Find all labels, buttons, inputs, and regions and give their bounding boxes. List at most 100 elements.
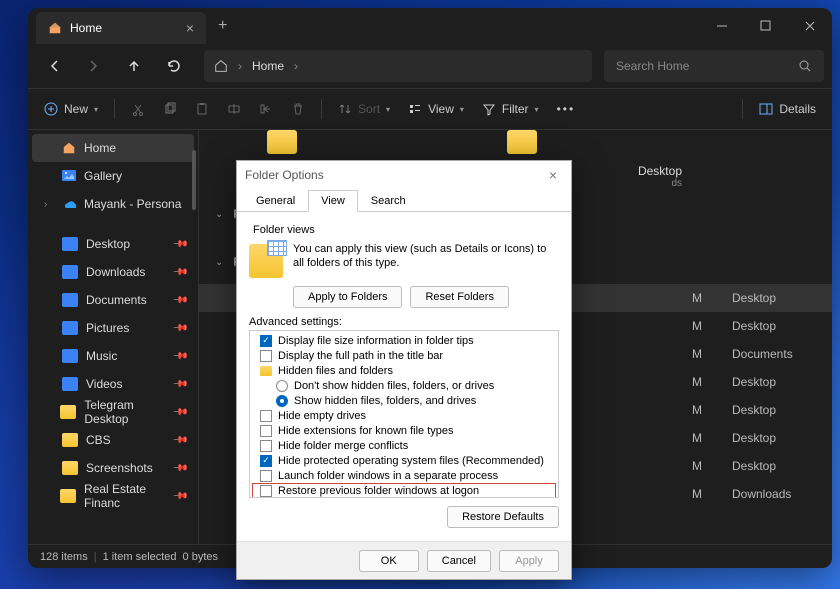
tab-view[interactable]: View — [308, 190, 358, 212]
sort-button[interactable]: Sort▾ — [330, 94, 398, 124]
setting-item[interactable]: Display the full path in the title bar — [254, 348, 554, 363]
setting-item[interactable]: Restore previous folder windows at logon — [252, 483, 556, 498]
pin-icon: 📌 — [171, 376, 188, 393]
reset-folders-button[interactable]: Reset Folders — [410, 286, 508, 308]
sidebar-item-label: Telegram Desktop — [84, 398, 165, 426]
sidebar-item-real-estate-financ[interactable]: Real Estate Financ📌 — [32, 482, 194, 510]
new-tab-button[interactable]: + — [206, 17, 239, 35]
search-input[interactable]: Search Home — [604, 50, 824, 82]
checkbox-icon: ✓ — [260, 335, 272, 347]
divider — [742, 99, 743, 119]
sidebar: HomeGallery›Mayank - PersonaDesktop📌Down… — [28, 130, 198, 544]
sort-label: Sort — [358, 102, 380, 116]
sidebar-item-cbs[interactable]: CBS📌 — [32, 426, 194, 454]
breadcrumb[interactable]: › Home › — [204, 50, 592, 82]
refresh-button[interactable] — [156, 50, 192, 82]
sidebar-item-home[interactable]: Home — [32, 134, 194, 162]
view-label: View — [428, 102, 454, 116]
setting-item[interactable]: Show hidden files, folders, and drives — [254, 393, 554, 408]
folder-views-desc: You can apply this view (such as Details… — [293, 242, 559, 271]
sidebar-item-telegram-desktop[interactable]: Telegram Desktop📌 — [32, 398, 194, 426]
checkbox-icon — [260, 485, 272, 497]
setting-item[interactable]: Hide folder merge conflicts — [254, 438, 554, 453]
apply-to-folders-button[interactable]: Apply to Folders — [293, 286, 402, 308]
maximize-button[interactable] — [744, 8, 788, 44]
sidebar-item-gallery[interactable]: Gallery — [32, 162, 194, 190]
sidebar-item-label: Pictures — [86, 321, 129, 335]
view-button[interactable]: View▾ — [400, 94, 472, 124]
setting-item[interactable]: Hide extensions for known file types — [254, 423, 554, 438]
sidebar-item-label: Desktop — [86, 237, 130, 251]
toolbar: New ▾ Sort▾ View▾ Filter▾ ••• Details — [28, 88, 832, 130]
setting-label: Hide folder merge conflicts — [278, 440, 408, 452]
copy-button[interactable] — [155, 94, 185, 124]
setting-item[interactable]: Launch folder windows in a separate proc… — [254, 468, 554, 483]
pin-icon: 📌 — [171, 348, 188, 365]
setting-item[interactable]: Don't show hidden files, folders, or dri… — [254, 378, 554, 393]
sidebar-item-screenshots[interactable]: Screenshots📌 — [32, 454, 194, 482]
ok-button[interactable]: OK — [359, 550, 419, 572]
sidebar-item-desktop[interactable]: Desktop📌 — [32, 230, 194, 258]
setting-item[interactable]: ✓Hide protected operating system files (… — [254, 453, 554, 468]
setting-label: Don't show hidden files, folders, or dri… — [294, 380, 494, 392]
setting-label: Hidden files and folders — [278, 365, 393, 377]
close-dialog-button[interactable]: × — [543, 167, 563, 183]
up-button[interactable] — [116, 50, 152, 82]
pin-icon: 📌 — [171, 292, 188, 309]
new-button[interactable]: New ▾ — [36, 94, 106, 124]
rename-button[interactable] — [219, 94, 249, 124]
radio-icon — [276, 380, 288, 392]
tab-home[interactable]: Home × — [36, 12, 206, 44]
setting-item[interactable]: Hide empty drives — [254, 408, 554, 423]
navbar: › Home › Search Home — [28, 44, 832, 88]
subtext: ds — [671, 178, 682, 189]
filter-button[interactable]: Filter▾ — [474, 94, 547, 124]
setting-label: Launch folder windows in a separate proc… — [278, 470, 498, 482]
setting-item[interactable]: Hidden files and folders — [254, 363, 554, 378]
sidebar-item-label: Documents — [86, 293, 147, 307]
scrollbar[interactable] — [192, 150, 196, 210]
setting-item[interactable]: ✓Display file size information in folder… — [254, 333, 554, 348]
sidebar-item-label: Music — [86, 349, 117, 363]
apply-button[interactable]: Apply — [499, 550, 559, 572]
titlebar: Home × + — [28, 8, 832, 44]
status-size: 0 bytes — [183, 551, 218, 563]
tab-search[interactable]: Search — [358, 190, 419, 212]
details-label: Details — [779, 102, 816, 116]
paste-button[interactable] — [187, 94, 217, 124]
blue-icon — [62, 293, 78, 307]
sidebar-item-documents[interactable]: Documents 📌 — [32, 286, 194, 314]
minimize-button[interactable] — [700, 8, 744, 44]
more-button[interactable]: ••• — [549, 94, 584, 124]
checkbox-icon — [260, 350, 272, 362]
folder-icon — [62, 461, 78, 475]
sidebar-item-label: Real Estate Financ — [84, 482, 166, 510]
delete-button[interactable] — [283, 94, 313, 124]
cancel-button[interactable]: Cancel — [427, 550, 491, 572]
status-items: 128 items — [40, 551, 88, 563]
cut-button[interactable] — [123, 94, 153, 124]
back-button[interactable] — [36, 50, 72, 82]
sidebar-item-videos[interactable]: Videos📌 — [32, 370, 194, 398]
sidebar-item-mayank---persona[interactable]: ›Mayank - Persona — [32, 190, 194, 218]
tab-general[interactable]: General — [243, 190, 308, 212]
search-placeholder: Search Home — [616, 59, 689, 73]
setting-label: Restore previous folder windows at logon — [278, 485, 479, 497]
chevron-right-icon: › — [294, 59, 298, 73]
close-window-button[interactable] — [788, 8, 832, 44]
sidebar-item-pictures[interactable]: Pictures📌 — [32, 314, 194, 342]
share-button[interactable] — [251, 94, 281, 124]
blue-icon — [62, 321, 78, 335]
setting-label: Hide empty drives — [278, 410, 366, 422]
cell: M — [652, 319, 702, 333]
blue-icon — [62, 237, 78, 251]
forward-button[interactable] — [76, 50, 112, 82]
sidebar-item-downloads[interactable]: Downloads📌 — [32, 258, 194, 286]
setting-label: Show hidden files, folders, and drives — [294, 395, 476, 407]
restore-defaults-button[interactable]: Restore Defaults — [447, 506, 559, 528]
close-tab-icon[interactable]: × — [186, 20, 194, 36]
sidebar-item-music[interactable]: Music 📌 — [32, 342, 194, 370]
folder-icon — [507, 130, 537, 154]
details-pane-button[interactable]: Details — [751, 94, 824, 124]
advanced-settings-list[interactable]: ✓Display file size information in folder… — [249, 330, 559, 498]
